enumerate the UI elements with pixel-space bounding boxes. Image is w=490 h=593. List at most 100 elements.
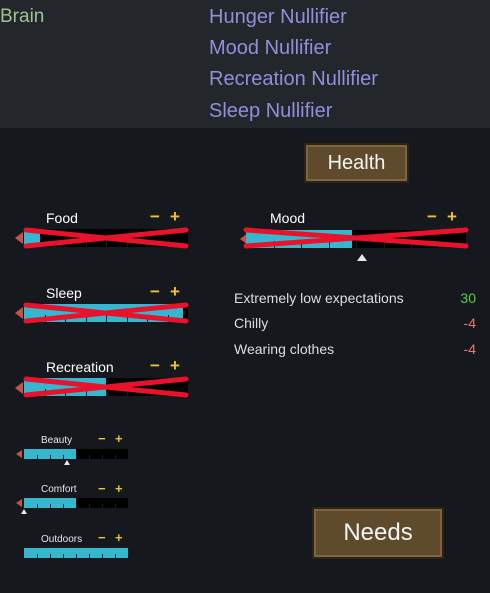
bar-tick (167, 388, 169, 396)
food-minus-button[interactable]: − (150, 208, 160, 225)
food-bar (24, 229, 188, 247)
hediff-recreation-nullifier[interactable]: Recreation Nullifier (209, 68, 378, 91)
bar-tick (50, 554, 51, 558)
bar-tick (126, 388, 128, 396)
bar-tick (147, 388, 148, 396)
bar-tick (65, 239, 66, 247)
bar-tick (383, 240, 385, 248)
beauty-bar (24, 449, 128, 459)
health-panel: Brain Hunger Nullifier Mood Nullifier Re… (0, 0, 490, 128)
recreation-threshold-arrow (15, 382, 23, 394)
outdoors-bar (24, 548, 128, 558)
bar-tick (50, 455, 51, 459)
recreation-label: Recreation (46, 359, 114, 375)
outdoors-minus-button[interactable]: − (98, 531, 106, 544)
comfort-bar (24, 498, 128, 508)
bar-tick (37, 504, 38, 508)
thought-label: Wearing clothes (234, 341, 335, 357)
sleep-plus-button[interactable]: + (170, 283, 180, 300)
bar-tick (356, 240, 357, 248)
bar-tick (89, 554, 90, 558)
beauty-target-marker (64, 460, 70, 465)
mood-plus-button[interactable]: + (447, 208, 457, 225)
bar-tick (102, 455, 103, 459)
thought-value: -4 (463, 341, 476, 357)
health-button[interactable]: Health (304, 143, 409, 183)
bar-tick (44, 314, 46, 322)
comfort-target-marker (21, 509, 27, 514)
bar-tick (76, 554, 77, 558)
bar-tick (106, 388, 107, 396)
sleep-bar-fill (24, 304, 184, 322)
thought-value: 30 (460, 290, 476, 306)
bar-tick (167, 314, 169, 322)
bar-tick (85, 314, 87, 322)
bar-tick (167, 239, 169, 247)
hediff-mood-nullifier[interactable]: Mood Nullifier (209, 37, 331, 60)
food-threshold-arrow (15, 232, 23, 244)
bar-tick (76, 455, 77, 459)
thought-label: Extremely low expectations (234, 290, 404, 306)
recreation-bar (24, 378, 188, 396)
bar-tick (85, 388, 87, 396)
needs-button[interactable]: Needs (312, 507, 444, 559)
recreation-plus-button[interactable]: + (170, 357, 180, 374)
bar-tick (126, 314, 128, 322)
bar-tick (44, 388, 46, 396)
bar-tick (63, 455, 64, 459)
food-plus-button[interactable]: + (170, 208, 180, 225)
beauty-threshold-arrow (16, 450, 22, 458)
bar-tick (89, 455, 90, 459)
mood-target-marker (357, 254, 367, 261)
outdoors-plus-button[interactable]: + (115, 531, 123, 544)
comfort-minus-button[interactable]: − (98, 482, 106, 495)
bar-tick (438, 240, 440, 248)
bar-tick (102, 554, 103, 558)
beauty-minus-button[interactable]: − (98, 432, 106, 445)
sleep-label: Sleep (46, 285, 82, 301)
bar-tick (63, 504, 64, 508)
bar-tick (65, 314, 66, 322)
food-bar-fill (24, 229, 41, 247)
bar-tick (147, 239, 148, 247)
sleep-bar (24, 304, 188, 322)
sleep-threshold-arrow (15, 307, 23, 319)
food-label: Food (46, 210, 78, 226)
comfort-label: Comfort (41, 484, 77, 495)
bar-tick (37, 554, 38, 558)
mood-bar (246, 230, 466, 248)
bar-tick (106, 314, 107, 322)
thought-row: Wearing clothes -4 (234, 341, 476, 361)
comfort-plus-button[interactable]: + (115, 482, 123, 495)
thought-value: -4 (463, 315, 476, 331)
bar-tick (76, 504, 77, 508)
bar-tick (115, 554, 116, 558)
beauty-plus-button[interactable]: + (115, 432, 123, 445)
sleep-minus-button[interactable]: − (150, 283, 160, 300)
bar-tick (273, 240, 275, 248)
bar-tick (147, 314, 148, 322)
thought-row: Chilly -4 (234, 315, 476, 335)
thought-row: Extremely low expectations 30 (234, 290, 476, 310)
mood-bar-fill (246, 230, 352, 248)
bar-tick (106, 239, 107, 247)
bar-tick (126, 239, 128, 247)
thought-label: Chilly (234, 315, 269, 331)
bar-tick (63, 554, 64, 558)
recreation-minus-button[interactable]: − (150, 357, 160, 374)
mood-minus-button[interactable]: − (427, 208, 437, 225)
bar-tick (50, 504, 51, 508)
comfort-threshold-arrow (16, 499, 22, 507)
hediff-sleep-nullifier[interactable]: Sleep Nullifier (209, 100, 332, 123)
hediff-hunger-nullifier[interactable]: Hunger Nullifier (209, 6, 347, 29)
bar-tick (301, 240, 302, 248)
bar-tick (89, 504, 90, 508)
bar-tick (328, 240, 330, 248)
bar-tick (115, 455, 116, 459)
beauty-label: Beauty (41, 435, 73, 446)
bar-tick (85, 239, 87, 247)
body-part-label: Brain (0, 6, 45, 27)
bar-tick (37, 455, 38, 459)
bar-tick (115, 504, 116, 508)
outdoors-label: Outdoors (41, 534, 83, 545)
